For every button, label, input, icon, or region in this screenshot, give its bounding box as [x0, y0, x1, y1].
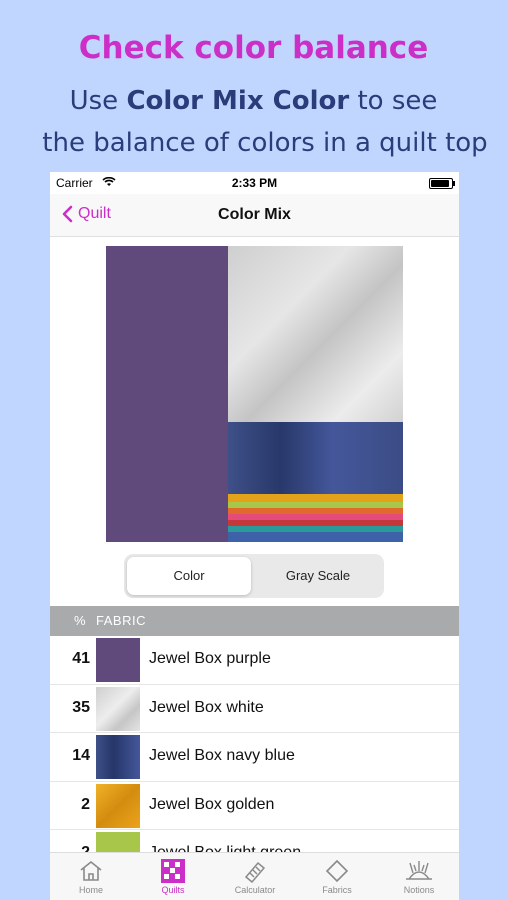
stripe-pink	[228, 514, 403, 520]
tab-home[interactable]: Home	[50, 853, 132, 900]
status-time: 2:33 PM	[231, 176, 278, 190]
tab-quilts-label: Quilts	[161, 885, 185, 895]
navy-block	[228, 422, 403, 494]
fabric-icon	[325, 859, 349, 883]
promo-headline: Check color balance	[78, 30, 429, 66]
table-header: % FABRIC	[50, 606, 459, 636]
tab-home-label: Home	[78, 885, 103, 895]
fabric-thumbnail	[96, 638, 140, 682]
fabric-percent: 35	[72, 698, 90, 716]
fabric-name: Jewel Box purple	[149, 650, 271, 667]
tab-calculator-label: Calculator	[234, 885, 276, 895]
promo-line-2: the balance of colors in a quilt top	[42, 128, 488, 158]
stripe-teal	[228, 526, 403, 532]
stripe-golden	[228, 494, 403, 502]
tab-fabrics[interactable]: Fabrics	[296, 853, 378, 900]
promo-line-1: Use Color Mix Color to see	[69, 86, 438, 116]
white-block	[228, 246, 403, 422]
table-row[interactable]: 2 Jewel Box golden	[50, 782, 459, 830]
header-percent: %	[74, 613, 86, 628]
tab-quilts[interactable]: Quilts	[132, 853, 214, 900]
stripe-green	[228, 502, 403, 508]
tab-notions-label: Notions	[403, 885, 435, 895]
calculator-icon	[244, 861, 266, 883]
segment-color[interactable]: Color	[127, 557, 251, 595]
battery-icon	[429, 178, 455, 189]
purple-block	[106, 246, 228, 542]
notions-icon	[406, 861, 432, 880]
table-row[interactable]: 35 Jewel Box white	[50, 685, 459, 733]
fabric-name: Jewel Box golden	[149, 795, 275, 813]
stripe-red	[228, 520, 403, 526]
stripe-blue	[228, 532, 403, 542]
fabric-name: Jewel Box white	[149, 698, 264, 716]
page-title: Color Mix	[218, 206, 291, 223]
quilt-icon	[161, 859, 185, 883]
fabric-percent: 2	[81, 795, 90, 813]
fabric-list: 41 Jewel Box purple 35 Jewel Box white 1…	[50, 636, 459, 879]
tab-bar: Home Quilts Calculator Fabrics Notions	[50, 852, 459, 900]
status-bar: Carrier 2:33 PM	[50, 172, 459, 194]
phone-screen: Carrier 2:33 PM Quilt Color Mix Color Gr…	[50, 172, 459, 900]
fabric-name: Jewel Box navy blue	[149, 747, 295, 764]
navigation-bar: Quilt Color Mix	[50, 194, 459, 237]
tab-notions[interactable]: Notions	[378, 853, 459, 900]
table-row[interactable]: 41 Jewel Box purple	[50, 636, 459, 685]
fabric-thumbnail	[96, 735, 140, 779]
table-row[interactable]: 14 Jewel Box navy blue	[50, 733, 459, 782]
color-mode-segmented-control: Color Gray Scale	[124, 554, 384, 598]
fabric-thumbnail	[96, 686, 140, 731]
header-fabric: FABRIC	[96, 613, 146, 628]
home-icon	[80, 860, 102, 881]
fabric-thumbnail	[96, 783, 140, 828]
tab-fabrics-label: Fabrics	[322, 885, 352, 895]
color-mix-swatch	[106, 246, 403, 542]
fabric-percent: 41	[72, 650, 90, 667]
fabric-percent: 14	[72, 747, 90, 764]
segment-gray-scale[interactable]: Gray Scale	[256, 557, 380, 595]
tab-calculator[interactable]: Calculator	[214, 853, 296, 900]
stripe-orange	[228, 508, 403, 514]
